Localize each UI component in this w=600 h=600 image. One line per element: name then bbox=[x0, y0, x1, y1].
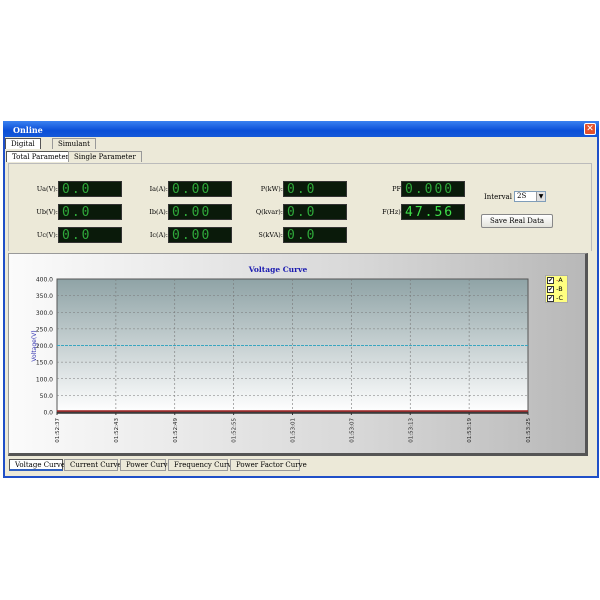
x-tick-label: 01:53:19 bbox=[467, 418, 473, 443]
tab-power-factor-curve[interactable]: Power Factor Curve bbox=[230, 459, 307, 471]
legend-item-b[interactable]: ✔ -B bbox=[546, 285, 567, 294]
legend-label: A bbox=[558, 276, 563, 284]
tab-frequency-curve[interactable]: Frequency Curve bbox=[168, 459, 235, 471]
legend-label: C bbox=[558, 294, 563, 302]
x-tick-label: 01:52:55 bbox=[232, 418, 238, 443]
chart-title: Voltage Curve bbox=[248, 265, 308, 274]
tab-voltage-curve[interactable]: Voltage Curve bbox=[9, 459, 65, 471]
y-tick-label: 0.0 bbox=[43, 410, 53, 417]
x-tick-label: 01:52:43 bbox=[114, 418, 120, 443]
y-tick-label: 100.0 bbox=[36, 376, 53, 383]
y-tick-label: 350.0 bbox=[36, 293, 53, 300]
tab-power-curve[interactable]: Power Curve bbox=[120, 459, 172, 471]
y-tick-label: 250.0 bbox=[36, 326, 53, 333]
x-tick-label: 01:52:49 bbox=[173, 418, 179, 443]
legend-item-c[interactable]: ✔ -C bbox=[546, 294, 567, 303]
checkbox-icon[interactable]: ✔ bbox=[547, 276, 554, 284]
y-tick-label: 150.0 bbox=[36, 360, 53, 367]
y-tick-label: 400.0 bbox=[36, 277, 53, 284]
y-tick-label: 50.0 bbox=[40, 393, 54, 400]
y-tick-label: 200.0 bbox=[36, 343, 53, 350]
chart-legend: ✔ -A ✔ -B ✔ -C bbox=[545, 275, 568, 303]
x-tick-label: 01:53:01 bbox=[291, 418, 297, 443]
x-tick-label: 01:53:25 bbox=[526, 418, 532, 443]
voltage-chart: Voltage Curve Voltage(V) 400.0350.0300.0… bbox=[31, 265, 532, 443]
checkbox-icon[interactable]: ✔ bbox=[547, 294, 554, 302]
tab-current-curve[interactable]: Current Curve bbox=[64, 459, 122, 471]
y-tick-label: 300.0 bbox=[36, 310, 53, 317]
legend-item-a[interactable]: ✔ -A bbox=[546, 276, 567, 285]
x-tick-label: 01:53:07 bbox=[349, 418, 355, 443]
x-tick-label: 01:53:13 bbox=[408, 418, 414, 443]
x-tick-label: 01:52:37 bbox=[55, 418, 61, 443]
checkbox-icon[interactable]: ✔ bbox=[547, 285, 554, 293]
legend-label: B bbox=[558, 285, 563, 293]
